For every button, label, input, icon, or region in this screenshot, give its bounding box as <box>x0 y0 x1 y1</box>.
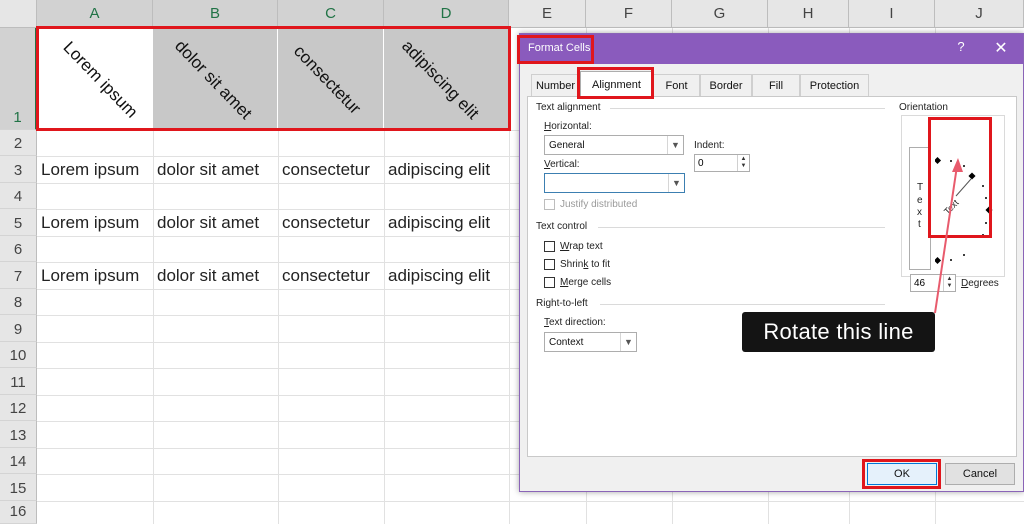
cell-c5[interactable]: consectetur <box>282 213 370 233</box>
cell-b7[interactable]: dolor sit amet <box>157 266 259 286</box>
merge-cells-label: Merge cells <box>560 277 612 288</box>
row-header-14[interactable]: 14 <box>0 448 37 474</box>
callout-label: Rotate this line <box>742 312 935 352</box>
column-header-f[interactable]: F <box>586 0 672 28</box>
horizontal-label: Horizontal: <box>544 121 592 132</box>
vertical-text-letter: T <box>917 182 924 193</box>
row-header-12[interactable]: 12 <box>0 395 37 421</box>
row-header-16[interactable]: 16 <box>0 501 37 524</box>
chevron-down-icon[interactable]: ▼ <box>668 174 684 192</box>
row-header-5[interactable]: 5 <box>0 209 37 236</box>
shrink-to-fit-checkbox[interactable] <box>544 259 555 270</box>
vertical-label: Vertical: <box>544 159 580 170</box>
wrap-text-checkbox[interactable] <box>544 241 555 252</box>
column-header-g[interactable]: G <box>672 0 768 28</box>
degrees-spinner[interactable]: 46 ▲ ▼ <box>910 274 956 292</box>
row-header-9[interactable]: 9 <box>0 315 37 342</box>
dial-tick <box>963 254 965 256</box>
tab-protection[interactable]: Protection <box>800 74 869 96</box>
text-direction-label: Text direction: <box>544 317 606 328</box>
indent-label: Indent: <box>694 140 725 151</box>
row-header-1[interactable]: 1 <box>0 28 37 130</box>
section-right-to-left: Right-to-left <box>536 298 588 309</box>
select-all-corner[interactable] <box>0 0 37 28</box>
cell-c7[interactable]: consectetur <box>282 266 370 286</box>
row-header-2[interactable]: 2 <box>0 130 37 156</box>
highlight-alignment-tab <box>577 67 654 99</box>
separator <box>598 227 885 228</box>
cell-b3[interactable]: dolor sit amet <box>157 160 259 180</box>
cell-d3[interactable]: adipiscing elit <box>388 160 490 180</box>
column-header-b[interactable]: B <box>153 0 278 28</box>
row-header-10[interactable]: 10 <box>0 342 37 368</box>
chevron-down-icon[interactable]: ▼ <box>667 136 683 154</box>
cell-a5[interactable]: Lorem ipsum <box>41 213 139 233</box>
highlight-orientation-dial <box>928 117 992 238</box>
row-header-13[interactable]: 13 <box>0 421 37 448</box>
row-header-4[interactable]: 4 <box>0 183 37 209</box>
chevron-down-icon[interactable]: ▼ <box>620 333 636 351</box>
separator <box>600 304 885 305</box>
dial-tick <box>950 259 952 261</box>
column-header-a[interactable]: A <box>37 0 153 28</box>
vertical-text-letter: t <box>918 219 921 230</box>
indent-spinner[interactable]: 0 ▲ ▼ <box>694 154 750 172</box>
row-header-7[interactable]: 7 <box>0 262 37 289</box>
cell-c3[interactable]: consectetur <box>282 160 370 180</box>
tab-number[interactable]: Number <box>531 74 580 96</box>
merge-cells-checkbox[interactable] <box>544 277 555 288</box>
column-header-c[interactable]: C <box>278 0 384 28</box>
row-header-6[interactable]: 6 <box>0 236 37 262</box>
dialog-title-bar[interactable]: Format Cells ? ✕ <box>520 34 1023 64</box>
horizontal-select[interactable]: General ▼ <box>544 135 684 155</box>
cell-d5[interactable]: adipiscing elit <box>388 213 490 233</box>
column-header-e[interactable]: E <box>509 0 586 28</box>
degrees-label: Degrees <box>961 278 999 289</box>
dial-marker[interactable] <box>935 256 942 265</box>
wrap-text-label: Wrap text <box>560 241 603 252</box>
separator <box>610 108 885 109</box>
cancel-button[interactable]: Cancel <box>945 463 1015 485</box>
row-header-8[interactable]: 8 <box>0 289 37 315</box>
tab-fill[interactable]: Fill <box>752 74 800 96</box>
vertical-text-letter: e <box>917 195 923 206</box>
text-direction-select[interactable]: Context ▼ <box>544 332 637 352</box>
justify-distributed-checkbox[interactable] <box>544 199 555 210</box>
gridline <box>37 501 1024 502</box>
column-header-i[interactable]: I <box>849 0 935 28</box>
tab-font[interactable]: Font <box>653 74 700 96</box>
row-header-11[interactable]: 11 <box>0 368 37 395</box>
help-icon[interactable]: ? <box>953 39 969 57</box>
column-header-d[interactable]: D <box>384 0 509 28</box>
shrink-to-fit-label: Shrink to fit <box>560 259 611 270</box>
vertical-select[interactable]: ▼ <box>544 173 685 193</box>
cell-d7[interactable]: adipiscing elit <box>388 266 490 286</box>
cell-a7[interactable]: Lorem ipsum <box>41 266 139 286</box>
cell-b5[interactable]: dolor sit amet <box>157 213 259 233</box>
row-header-15[interactable]: 15 <box>0 474 37 501</box>
highlight-ok-button <box>862 459 941 489</box>
section-text-alignment: Text alignment <box>536 102 601 113</box>
justify-distributed-label: Justify distributed <box>560 199 638 210</box>
format-cells-dialog: Format Cells ? ✕ Number Alignment Font B… <box>517 33 1024 492</box>
section-orientation: Orientation <box>899 102 948 113</box>
vertical-text-letter: x <box>917 207 922 218</box>
spin-arrows-icon[interactable]: ▲ ▼ <box>943 275 955 291</box>
section-text-control: Text control <box>536 221 588 232</box>
close-icon[interactable]: ✕ <box>992 38 1010 58</box>
spin-arrows-icon[interactable]: ▲ ▼ <box>737 155 749 171</box>
column-header-j[interactable]: J <box>935 0 1024 28</box>
row-header-3[interactable]: 3 <box>0 156 37 183</box>
highlight-title <box>517 35 594 64</box>
highlight-header-range <box>36 26 511 131</box>
cell-a3[interactable]: Lorem ipsum <box>41 160 139 180</box>
tab-border[interactable]: Border <box>700 74 752 96</box>
column-header-h[interactable]: H <box>768 0 849 28</box>
